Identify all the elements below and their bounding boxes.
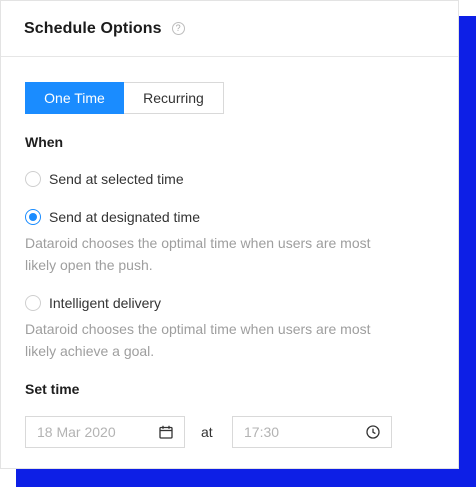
date-picker-field[interactable]: 18 Mar 2020 bbox=[25, 416, 185, 448]
radio-label: Intelligent delivery bbox=[49, 295, 162, 311]
card-title: Schedule Options bbox=[24, 19, 162, 37]
intelligent-delivery-helper-text: Dataroid chooses the optimal time when u… bbox=[25, 321, 371, 359]
radio-send-at-designated-time[interactable]: Send at designated time bbox=[25, 209, 200, 225]
schedule-type-tabs: One Time Recurring bbox=[25, 82, 224, 114]
radio-intelligent-delivery[interactable]: Intelligent delivery bbox=[25, 295, 161, 311]
radio-send-at-selected-time[interactable]: Send at selected time bbox=[25, 171, 184, 187]
schedule-options-card: Schedule Options ? One Time Recurring Wh… bbox=[0, 0, 459, 469]
question-circle-icon[interactable]: ? bbox=[171, 22, 185, 35]
clock-icon[interactable] bbox=[366, 425, 380, 439]
time-picker-field[interactable]: 17:30 bbox=[232, 416, 392, 448]
radio-button[interactable] bbox=[25, 171, 41, 187]
tab-one-time[interactable]: One Time bbox=[25, 82, 124, 114]
at-label: at bbox=[201, 424, 213, 440]
calendar-icon[interactable] bbox=[159, 425, 173, 439]
time-value: 17:30 bbox=[244, 424, 280, 440]
when-label: When bbox=[25, 134, 64, 150]
designated-time-helper-text: Dataroid chooses the optimal time when u… bbox=[25, 235, 371, 273]
radio-label: Send at selected time bbox=[49, 171, 184, 187]
radio-button[interactable] bbox=[25, 295, 41, 311]
tab-recurring[interactable]: Recurring bbox=[124, 82, 224, 114]
date-value: 18 Mar 2020 bbox=[37, 424, 116, 440]
radio-button-checked[interactable] bbox=[25, 209, 41, 225]
radio-label: Send at designated time bbox=[49, 209, 200, 225]
set-time-label: Set time bbox=[25, 381, 80, 397]
card-header: Schedule Options ? bbox=[1, 1, 458, 57]
